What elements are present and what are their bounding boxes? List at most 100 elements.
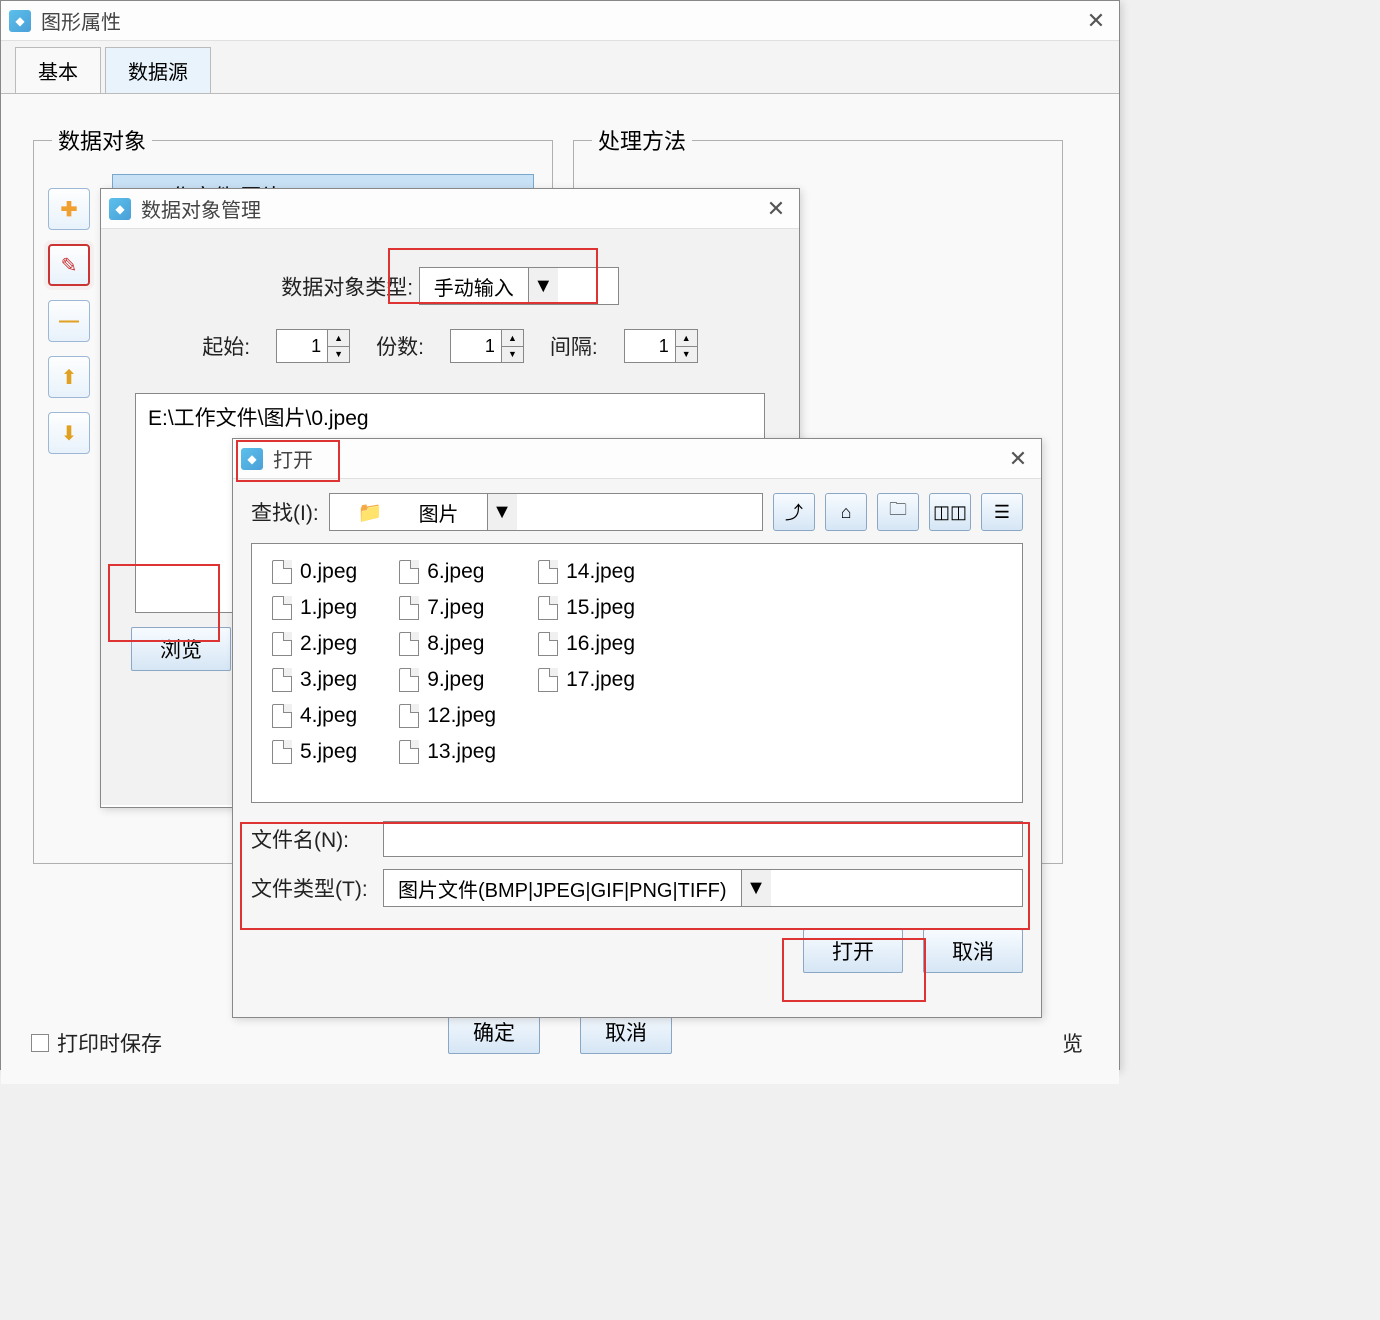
file-icon — [272, 596, 292, 620]
file-item[interactable]: 8.jpeg — [393, 630, 502, 658]
cancel-button[interactable]: 取消 — [923, 929, 1023, 973]
tab-basic[interactable]: 基本 — [15, 47, 101, 93]
file-item[interactable]: 16.jpeg — [532, 630, 641, 658]
mgmt-title: 数据对象管理 — [141, 194, 761, 223]
copies-spin[interactable]: ▲▼ — [450, 329, 524, 363]
file-icon — [399, 704, 419, 728]
file-name: 12.jpeg — [427, 704, 496, 728]
browse-button[interactable]: 浏览 — [131, 627, 231, 671]
chevron-down-icon[interactable]: ▼ — [487, 494, 517, 530]
interval-spin[interactable]: ▲▼ — [624, 329, 698, 363]
folder-icon: 📁 — [344, 500, 397, 525]
start-spin[interactable]: ▲▼ — [276, 329, 350, 363]
spin-up-icon[interactable]: ▲ — [327, 330, 349, 347]
filetype-combo[interactable]: 图片文件(BMP|JPEG|GIF|PNG|TIFF) ▼ — [383, 869, 1023, 907]
file-name: 17.jpeg — [566, 668, 635, 692]
chevron-down-icon[interactable]: ▼ — [741, 870, 771, 906]
spin-down-icon[interactable]: ▼ — [675, 347, 697, 363]
window-title: 图形属性 — [41, 6, 1081, 35]
file-name: 6.jpeg — [427, 560, 484, 584]
file-icon — [272, 740, 292, 764]
type-value: 手动输入 — [420, 272, 528, 301]
file-list[interactable]: 0.jpeg 1.jpeg 2.jpeg 3.jpeg 4.jpeg 5.jpeg 6.jp… — [251, 543, 1023, 803]
titlebar-main[interactable]: 图形属性 ✕ — [1, 1, 1119, 41]
file-name: 14.jpeg — [566, 560, 635, 584]
file-icon — [272, 632, 292, 656]
filetype-value: 图片文件(BMP|JPEG|GIF|PNG|TIFF) — [384, 874, 741, 903]
interval-input[interactable] — [625, 330, 675, 362]
chevron-down-icon[interactable]: ▼ — [528, 268, 558, 304]
data-objects-legend: 数据对象 — [52, 124, 152, 156]
lookin-combo[interactable]: 📁 图片 ▼ — [329, 493, 763, 531]
save-on-print-label: 打印时保存 — [57, 1028, 162, 1058]
open-button[interactable]: 打开 — [803, 929, 903, 973]
file-icon — [399, 740, 419, 764]
add-button[interactable] — [48, 188, 90, 230]
preview-button-fragment[interactable]: 览 — [1062, 1028, 1083, 1058]
file-name: 4.jpeg — [300, 704, 357, 728]
spin-down-icon[interactable]: ▼ — [501, 347, 523, 363]
file-item[interactable]: 14.jpeg — [532, 558, 641, 586]
lookin-value: 图片 — [405, 498, 473, 527]
file-icon — [399, 632, 419, 656]
file-name: 8.jpeg — [427, 632, 484, 656]
close-icon[interactable]: ✕ — [1081, 8, 1111, 34]
file-item[interactable]: 9.jpeg — [393, 666, 502, 694]
file-item[interactable]: 0.jpeg — [266, 558, 363, 586]
close-icon[interactable]: ✕ — [1003, 446, 1033, 472]
titlebar-mgmt[interactable]: 数据对象管理 ✕ — [101, 189, 799, 229]
new-folder-button[interactable]: 🗀 — [877, 493, 919, 531]
file-item[interactable]: 4.jpeg — [266, 702, 363, 730]
open-title: 打开 — [273, 444, 1003, 473]
file-name: 3.jpeg — [300, 668, 357, 692]
move-up-button[interactable] — [48, 356, 90, 398]
tab-bar: 基本 数据源 — [1, 41, 1119, 94]
file-icon — [399, 560, 419, 584]
file-item[interactable]: 12.jpeg — [393, 702, 502, 730]
titlebar-open[interactable]: 打开 ✕ — [233, 439, 1041, 479]
file-icon — [399, 596, 419, 620]
spin-up-icon[interactable]: ▲ — [675, 330, 697, 347]
filetype-label: 文件类型(T): — [251, 873, 371, 903]
file-item[interactable]: 7.jpeg — [393, 594, 502, 622]
file-name: 1.jpeg — [300, 596, 357, 620]
file-icon — [272, 704, 292, 728]
spin-down-icon[interactable]: ▼ — [327, 347, 349, 363]
start-input[interactable] — [277, 330, 327, 362]
remove-button[interactable] — [48, 300, 90, 342]
move-down-button[interactable] — [48, 412, 90, 454]
filename-input[interactable] — [383, 821, 1023, 857]
file-item[interactable]: 17.jpeg — [532, 666, 641, 694]
type-label: 数据对象类型: — [281, 277, 413, 300]
file-open-dialog: 打开 ✕ 查找(I): 📁 图片 ▼ ⤴ ⌂ 🗀 ◫◫ ☰ 0.jpeg 1.jpe… — [232, 438, 1042, 1018]
processing-legend: 处理方法 — [592, 124, 692, 156]
list-view-button[interactable]: ☰ — [981, 493, 1023, 531]
file-name: 13.jpeg — [427, 740, 496, 764]
type-combo[interactable]: 手动输入 ▼ — [419, 267, 619, 305]
file-name: 15.jpeg — [566, 596, 635, 620]
file-item[interactable]: 1.jpeg — [266, 594, 363, 622]
close-icon[interactable]: ✕ — [761, 196, 791, 222]
file-icon — [538, 668, 558, 692]
file-icon — [272, 668, 292, 692]
file-item[interactable]: 13.jpeg — [393, 738, 502, 766]
home-button[interactable]: ⌂ — [825, 493, 867, 531]
spin-up-icon[interactable]: ▲ — [501, 330, 523, 347]
icon-view-button[interactable]: ◫◫ — [929, 493, 971, 531]
file-item[interactable]: 6.jpeg — [393, 558, 502, 586]
lookin-label: 查找(I): — [251, 497, 319, 527]
save-on-print-checkbox[interactable] — [31, 1034, 49, 1052]
up-folder-button[interactable]: ⤴ — [773, 493, 815, 531]
start-label: 起始: — [202, 331, 250, 361]
copies-input[interactable] — [451, 330, 501, 362]
file-icon — [399, 668, 419, 692]
file-item[interactable]: 5.jpeg — [266, 738, 363, 766]
edit-button[interactable] — [48, 244, 90, 286]
file-item[interactable]: 15.jpeg — [532, 594, 641, 622]
tab-datasource[interactable]: 数据源 — [105, 47, 211, 93]
file-name: 16.jpeg — [566, 632, 635, 656]
copies-label: 份数: — [376, 331, 424, 361]
file-item[interactable]: 3.jpeg — [266, 666, 363, 694]
file-item[interactable]: 2.jpeg — [266, 630, 363, 658]
app-icon — [9, 10, 31, 32]
